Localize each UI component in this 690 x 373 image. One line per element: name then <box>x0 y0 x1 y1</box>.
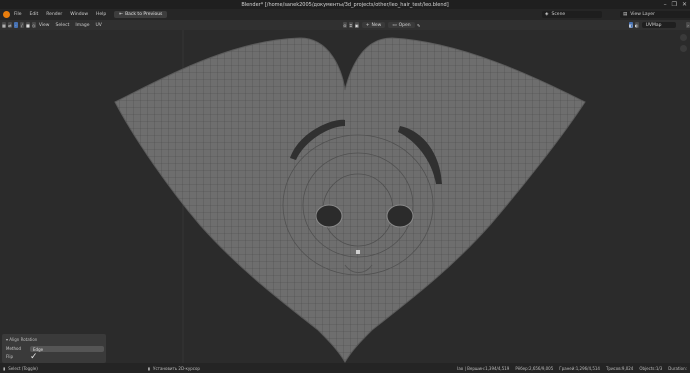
back-to-previous-button[interactable]: ⇤ Back to Previous <box>114 11 168 18</box>
close-icon[interactable]: ✕ <box>682 1 687 8</box>
menu-render[interactable]: Render <box>42 12 66 17</box>
uv-editor-header: ▦ ⇄ · / ■ ◇ View Select Image UV ⊙ ⌗ ▣ +… <box>0 20 690 30</box>
pivot-icon[interactable]: ⊙ <box>342 22 347 28</box>
menu-image[interactable]: Image <box>72 23 92 28</box>
collapse-chevron-icon[interactable]: ▾ <box>6 337 8 342</box>
open-label: Open <box>398 22 411 28</box>
selected-vertex[interactable] <box>356 250 360 254</box>
scene-icon: ◈ <box>545 11 549 17</box>
stat-objects: Objects:1/3 <box>639 365 663 371</box>
stat-edges: Рёбер:2,656/9,005 <box>515 365 554 371</box>
menu-edit[interactable]: Edit <box>26 12 43 17</box>
uv-sync-icon[interactable]: ◧ <box>628 22 633 28</box>
uv-mesh[interactable] <box>100 30 600 363</box>
plus-icon: + <box>365 22 370 28</box>
window-title: Blender* [/home/sanek2005/документы/3d_p… <box>241 1 449 8</box>
vertex-select-icon[interactable]: · <box>13 22 18 28</box>
window-titlebar: Blender* [/home/sanek2005/документы/3d_p… <box>0 0 690 9</box>
status-bar: ▮ Select (Toggle) ▮ Установить 2D-курсор… <box>0 363 690 373</box>
view-layer-label: View Layer <box>630 11 655 17</box>
status-select-text: Select (Toggle) <box>8 365 38 371</box>
back-icon: ⇤ <box>119 12 124 17</box>
snap-icon[interactable]: ⌗ <box>348 22 353 28</box>
zoom-icon[interactable] <box>680 34 687 41</box>
uvmap-selector[interactable]: UVMap <box>641 22 677 28</box>
maximize-icon[interactable]: ❐ <box>672 1 677 8</box>
mouse-left-icon: ▮ <box>3 365 6 371</box>
scene-selector[interactable]: ◈ Scene <box>542 10 602 18</box>
sync-selection-icon[interactable]: ⇄ <box>7 22 12 28</box>
image-browse-icon[interactable]: ▣ <box>354 22 359 28</box>
panel-header[interactable]: ▾ Align Rotation <box>2 334 106 345</box>
flip-checkbox-check-icon[interactable]: ✓ <box>30 352 38 362</box>
menu-uv[interactable]: UV <box>92 23 104 28</box>
menu-window[interactable]: Window <box>66 12 92 17</box>
method-dropdown[interactable]: Edge <box>30 346 104 352</box>
operator-redo-panel[interactable]: ▾ Align Rotation Method Edge Flip ✓ <box>2 334 106 363</box>
menu-view[interactable]: View <box>36 23 53 28</box>
stat-duration: Duration: <box>668 365 687 371</box>
new-image-button[interactable]: + New <box>361 22 386 28</box>
mouse-middle-icon: ▮ <box>147 365 150 371</box>
sidebar-toggle-icon[interactable]: › <box>686 22 690 28</box>
menu-select[interactable]: Select <box>53 23 73 28</box>
pan-hand-icon[interactable] <box>680 45 687 52</box>
scene-label: Scene <box>551 11 566 17</box>
editor-type-icon[interactable]: ▦ <box>2 22 6 28</box>
uvmap-label: UVMap <box>645 22 662 28</box>
edge-select-icon[interactable]: / <box>19 22 24 28</box>
method-label: Method <box>6 346 22 351</box>
flip-label: Flip <box>6 354 14 359</box>
new-label: New <box>371 22 382 28</box>
menu-help[interactable]: Help <box>92 12 110 17</box>
left-eye-hole <box>315 204 343 228</box>
stat-faces: Граней:1,296/4,514 <box>559 365 600 371</box>
status-cursor-text: Установить 2D-курсор <box>153 365 200 371</box>
uv-canvas[interactable] <box>0 30 690 363</box>
face-select-icon[interactable]: ■ <box>25 22 30 28</box>
open-image-button[interactable]: ▭ Open <box>388 22 415 28</box>
pin-icon[interactable]: ✎ <box>417 22 421 28</box>
window-controls: – ❐ ✕ <box>664 0 687 9</box>
uv-viewport[interactable] <box>0 30 690 363</box>
overlay-icon[interactable]: ◐ <box>634 22 639 28</box>
folder-icon: ▭ <box>392 22 397 28</box>
right-eye-hole <box>386 204 414 228</box>
method-value: Edge <box>33 346 44 352</box>
view-layer-icon: ▤ <box>623 11 628 17</box>
scene-statistics: Iao | Вершин:1,394/4,519 Рёбер:2,656/9,0… <box>457 363 687 373</box>
menu-file[interactable]: File <box>10 12 26 17</box>
top-menu-bar: File Edit Render Window Help ⇤ Back to P… <box>0 9 690 20</box>
view-layer-selector[interactable]: ▤ View Layer <box>620 10 690 18</box>
back-to-previous-label: Back to Previous <box>125 12 163 17</box>
blender-logo-icon[interactable] <box>3 11 10 18</box>
minimize-icon[interactable]: – <box>664 1 667 8</box>
navigation-gizmo <box>680 34 687 52</box>
panel-title: Align Rotation <box>9 337 38 342</box>
stat-vertices: Iao | Вершин:1,394/4,519 <box>457 365 510 371</box>
stat-tris: Трисов:9,024 <box>605 365 634 371</box>
